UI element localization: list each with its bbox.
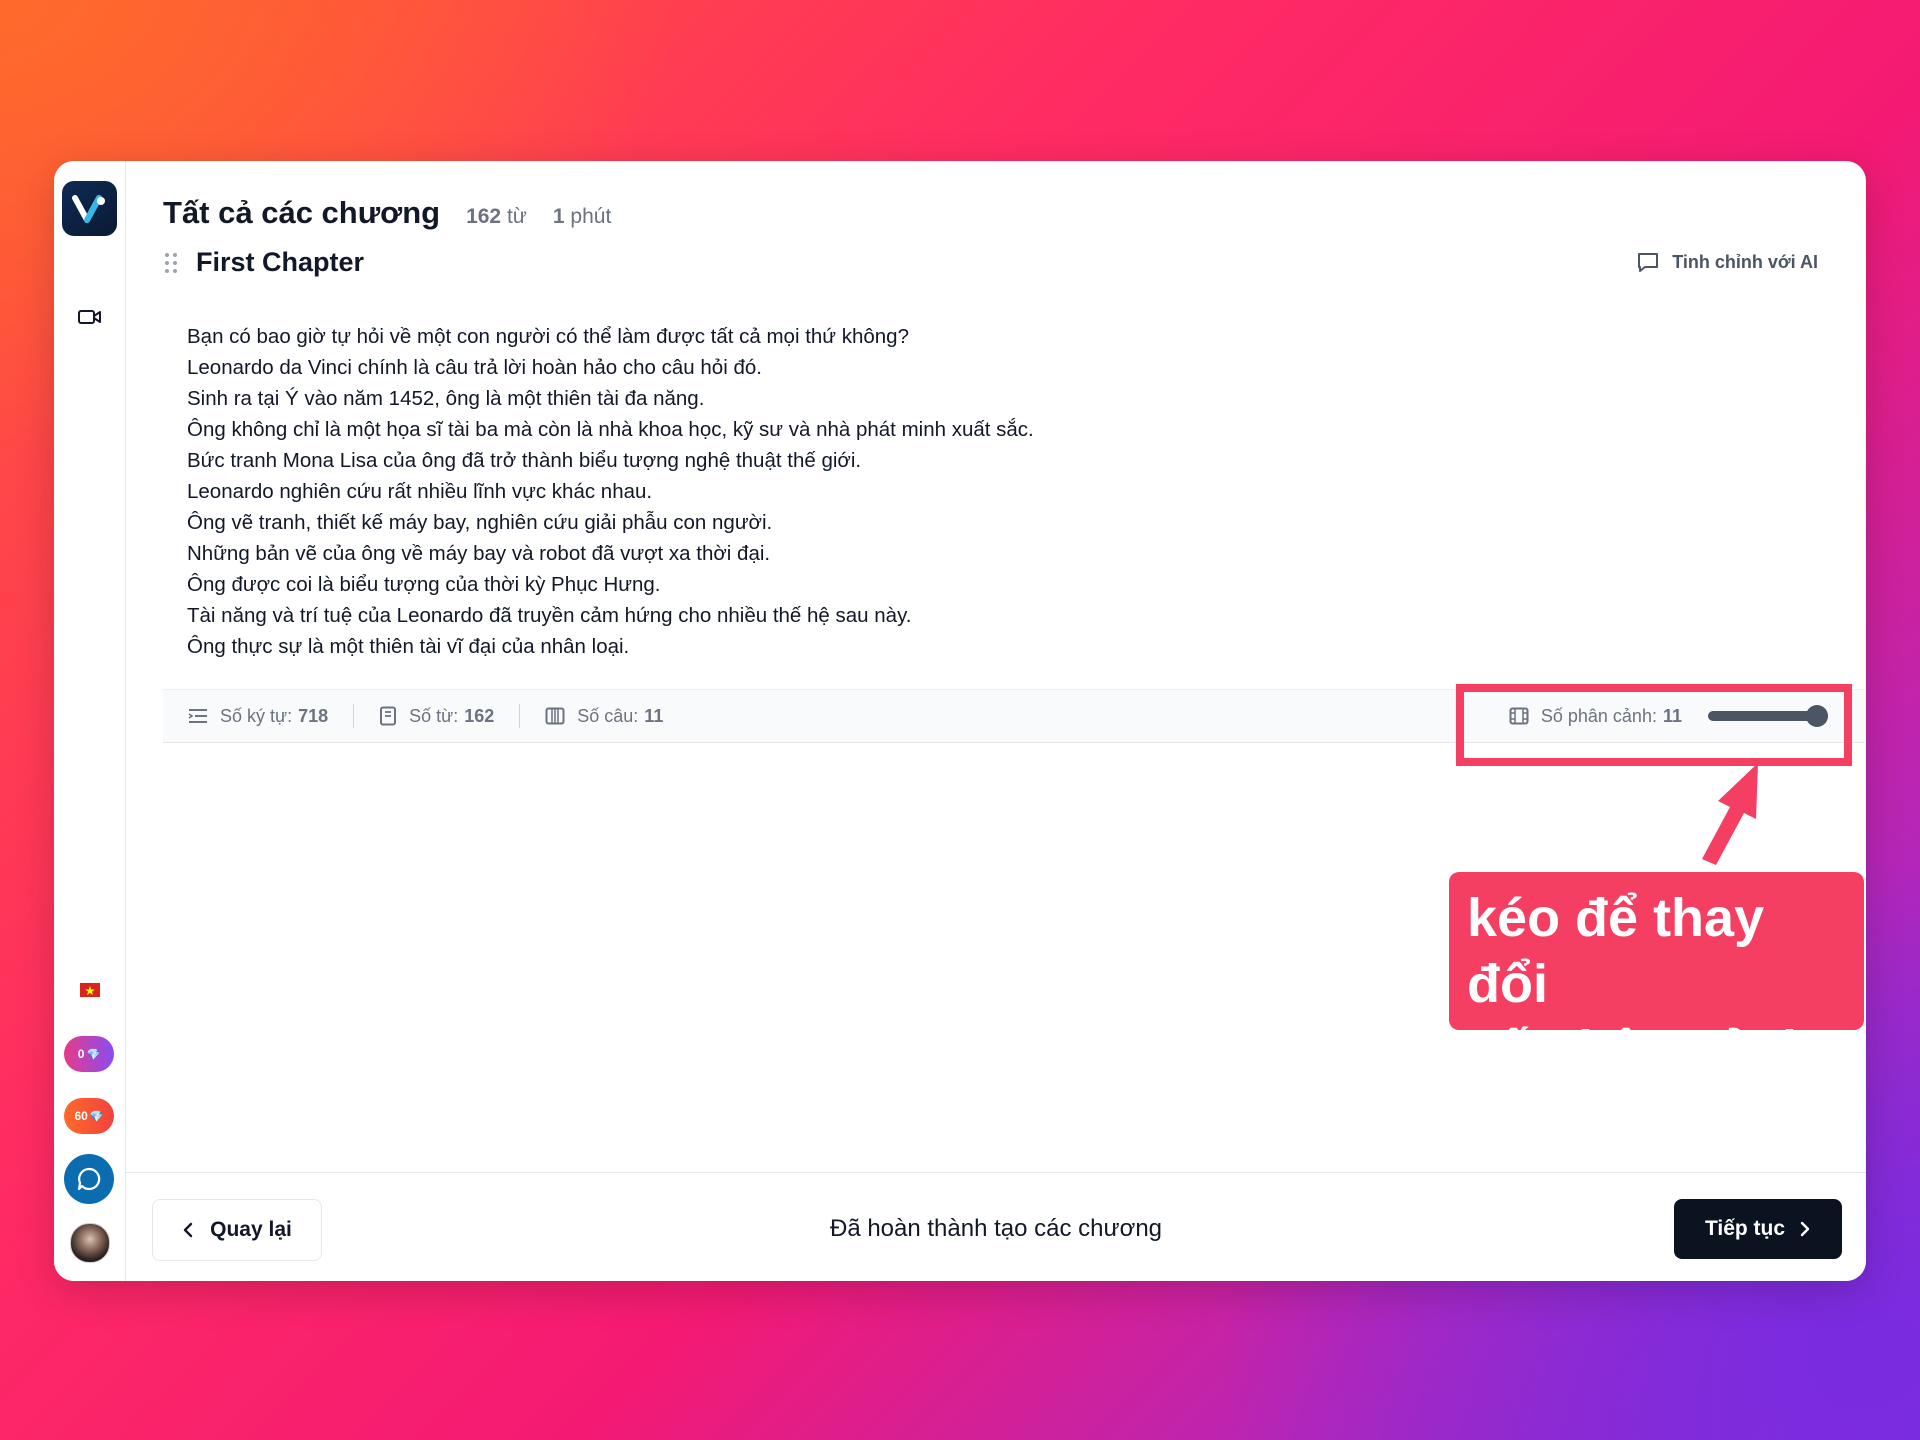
char-count-stat: Số ký tự: 718: [163, 704, 355, 728]
story-line: Ông được coi là biểu tượng của thời kỳ P…: [187, 573, 661, 596]
duration-value: 1: [552, 205, 565, 228]
duration: 1 phút: [553, 205, 611, 229]
story-line: Bạn có bao giờ tự hỏi về một con người c…: [187, 325, 909, 348]
diamond-icon: 💎: [86, 1048, 101, 1061]
user-avatar[interactable]: [70, 1223, 110, 1263]
story-line: Ông vẽ tranh, thiết kế máy bay, nghiên c…: [187, 511, 773, 534]
word-count-stat-value: 162: [464, 705, 495, 726]
duration-unit: phút: [570, 205, 612, 228]
annotation-line-2: số phân cảnh: [1467, 1020, 1816, 1080]
char-count-label: Số ký tự:: [220, 705, 293, 726]
chevron-right-icon: [1800, 1221, 1810, 1237]
sentence-count-stat: Số câu: 11: [520, 704, 688, 728]
status-text: Đã hoàn thành tạo các chương: [829, 1215, 1163, 1242]
sentence-count-label: Số câu:: [577, 705, 639, 726]
message-square-icon: [1638, 253, 1659, 272]
annotation-callout: kéo để thay đổi số phân cảnh: [1449, 872, 1864, 1080]
sentence-count-value: 11: [644, 705, 664, 726]
chat-bubble-icon: [77, 1167, 101, 1191]
chapter-text[interactable]: Bạn có bao giờ tự hỏi về một con người c…: [187, 321, 1034, 662]
page-header: Tất cả các chương 162 từ 1 phút: [163, 195, 611, 231]
char-count-value: 718: [298, 705, 329, 726]
story-line: Leonardo da Vinci chính là câu trả lời h…: [187, 356, 762, 379]
page-title: Tất cả các chương: [163, 195, 441, 230]
word-count-value: 162: [466, 205, 502, 228]
credits-badge-orange[interactable]: 60 💎: [64, 1098, 114, 1134]
columns-icon: [545, 707, 565, 725]
diamond-icon: 💎: [89, 1110, 104, 1123]
chapter-header: First Chapter: [164, 247, 364, 278]
word-count: 162 từ: [466, 205, 527, 229]
story-line: Sinh ra tại Ý vào năm 1452, ông là một t…: [187, 387, 705, 410]
video-icon[interactable]: [54, 307, 125, 327]
list-indent-icon: [188, 709, 207, 723]
story-line: Ông thực sự là một thiên tài vĩ đại của …: [187, 635, 630, 658]
continue-button[interactable]: Tiếp tục: [1674, 1199, 1842, 1259]
footer-bar: Quay lại Đã hoàn thành tạo các chương Ti…: [126, 1172, 1866, 1281]
continue-label: Tiếp tục: [1704, 1217, 1786, 1240]
slider-highlight-box: [1456, 684, 1852, 766]
story-line: Leonardo nghiên cứu rất nhiều lĩnh vực k…: [187, 480, 653, 503]
credits-badge-purple[interactable]: 0 💎: [64, 1036, 114, 1072]
app-logo[interactable]: [62, 181, 117, 236]
word-count-unit: từ: [506, 205, 527, 228]
chat-button[interactable]: [64, 1154, 114, 1204]
credits-purple-value: 0: [77, 1047, 85, 1061]
credits-orange-value: 60: [74, 1109, 88, 1123]
drag-handle-icon[interactable]: [164, 252, 178, 274]
word-count-stat: Số từ: 162: [354, 704, 521, 728]
word-count-label: Số từ:: [409, 705, 459, 726]
chapter-title[interactable]: First Chapter: [196, 247, 364, 278]
vietnam-flag-icon[interactable]: [54, 983, 125, 997]
story-line: Những bản vẽ của ông về máy bay và robot…: [187, 542, 771, 565]
sidebar: 0 💎 60 💎: [54, 161, 126, 1281]
refine-with-ai-button[interactable]: Tinh chỉnh với AI: [1636, 251, 1818, 273]
story-line: Tài năng và trí tuệ của Leonardo đã truy…: [187, 604, 912, 627]
story-line: Ông không chỉ là một họa sĩ tài ba mà cò…: [187, 418, 1034, 441]
annotation-line-1: kéo để thay đổi: [1467, 888, 1765, 1014]
story-line: Bức tranh Mona Lisa của ông đã trở thành…: [187, 449, 862, 472]
logo-v-icon: [71, 194, 105, 223]
pointer-arrow-icon: [1702, 763, 1758, 865]
book-icon: [380, 706, 397, 726]
refine-label: Tinh chỉnh với AI: [1672, 251, 1818, 272]
